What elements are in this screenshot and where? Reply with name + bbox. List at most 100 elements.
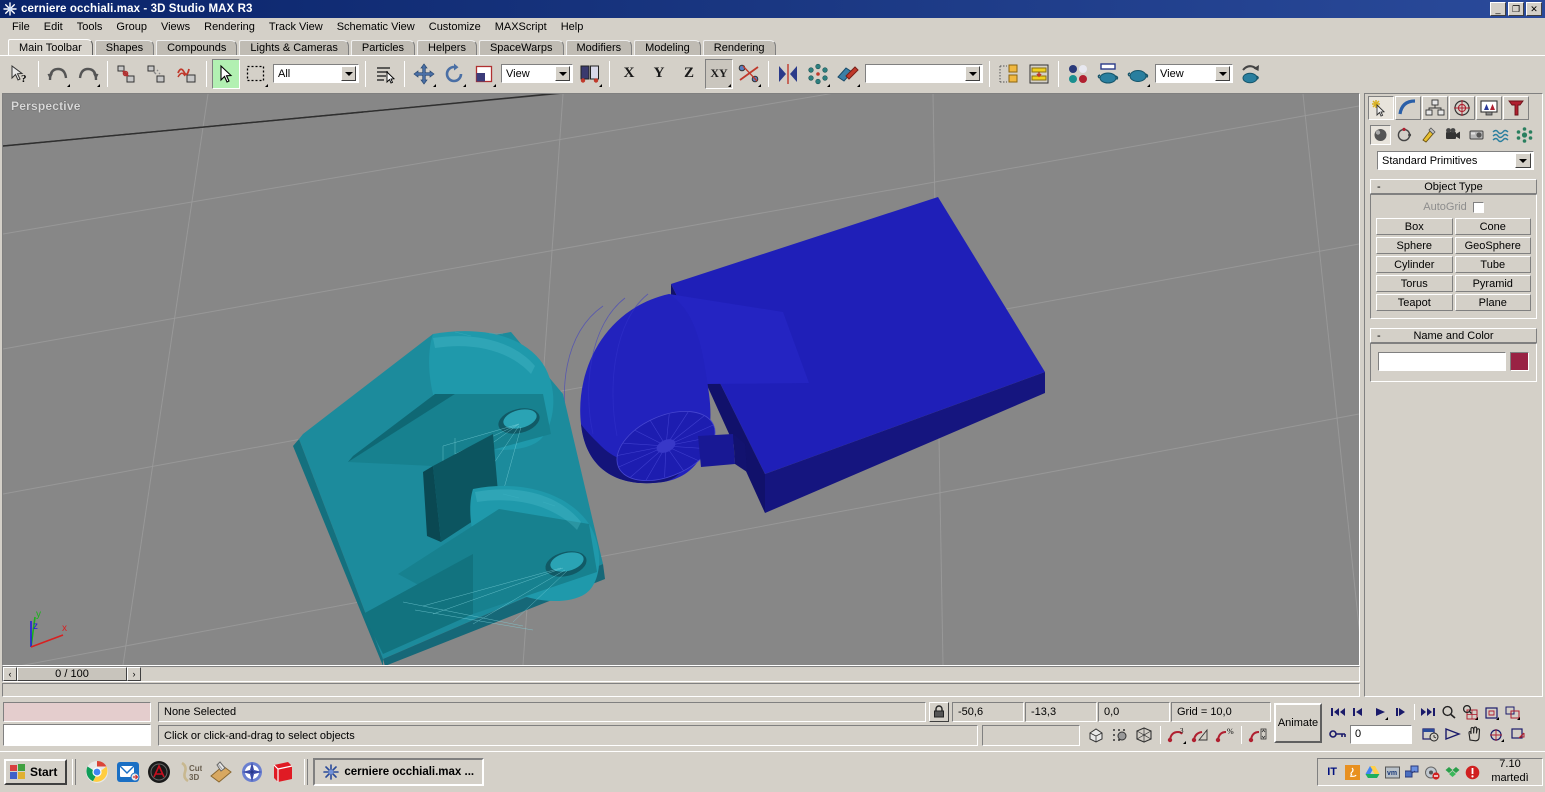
menu-edit[interactable]: Edit — [37, 19, 70, 35]
axis-constraint-x[interactable]: X — [615, 58, 643, 89]
geometry-subtab[interactable] — [1370, 125, 1391, 145]
select-and-scale-icon[interactable] — [470, 58, 498, 89]
utilities-tab[interactable] — [1503, 96, 1529, 120]
taskbar-grip[interactable] — [72, 759, 77, 785]
object-category-combo[interactable]: Standard Primitives — [1377, 151, 1534, 170]
tab-compounds[interactable]: Compounds — [156, 40, 238, 55]
current-frame-input[interactable]: 0 — [1350, 724, 1412, 744]
mirror-icon[interactable] — [774, 58, 802, 89]
tab-modifiers[interactable]: Modifiers — [565, 40, 633, 55]
lights-subtab[interactable] — [1418, 125, 1439, 145]
use-pivot-point-center-icon[interactable] — [576, 58, 604, 89]
tube-button[interactable]: Tube — [1454, 256, 1531, 273]
render-scene-icon[interactable] — [1064, 58, 1092, 89]
key-mode-toggle-button[interactable] — [1328, 724, 1348, 744]
time-slider-bar[interactable]: ‹ 0 / 100 › — [2, 666, 1360, 682]
tab-spacewarps[interactable]: SpaceWarps — [478, 40, 564, 55]
box-button[interactable]: Box — [1376, 218, 1453, 235]
maximize-button[interactable]: ❐ — [1508, 2, 1524, 16]
quick-render-icon[interactable] — [1094, 58, 1122, 89]
cameras-subtab[interactable] — [1442, 125, 1463, 145]
zoom-button[interactable] — [1439, 702, 1459, 722]
motion-tab[interactable] — [1449, 96, 1475, 120]
compass-icon[interactable] — [239, 759, 265, 785]
angle-snap-toggle-icon[interactable] — [1190, 724, 1212, 746]
geosphere-button[interactable]: GeoSphere — [1454, 237, 1531, 254]
chevron-down-icon[interactable] — [1215, 66, 1230, 81]
cylinder-button[interactable]: Cylinder — [1376, 256, 1453, 273]
material-editor-icon[interactable] — [1025, 58, 1053, 89]
rollout-collapse-icon[interactable]: - — [1377, 330, 1381, 342]
menu-views[interactable]: Views — [154, 19, 197, 35]
menu-track-view[interactable]: Track View — [262, 19, 330, 35]
named-selection-sets-combo[interactable] — [865, 64, 983, 83]
bind-to-space-warp-icon[interactable] — [173, 58, 201, 89]
object-color-field[interactable] — [3, 724, 151, 746]
rollout-collapse-icon[interactable]: - — [1377, 181, 1381, 193]
spinner-snap-toggle-icon[interactable] — [1247, 724, 1269, 746]
select-object-icon[interactable] — [212, 58, 240, 89]
z-coordinate-field[interactable]: 0,0 — [1098, 702, 1170, 722]
language-indicator[interactable]: IT — [1324, 766, 1340, 778]
menu-file[interactable]: File — [5, 19, 37, 35]
sketchup-icon[interactable] — [270, 759, 296, 785]
selection-filter-combo[interactable]: All — [273, 64, 359, 83]
name-and-color-rollout-header[interactable]: - Name and Color — [1370, 328, 1537, 343]
arc-rotate-button[interactable] — [1486, 724, 1506, 744]
track-bar[interactable] — [2, 683, 1360, 697]
chevron-down-icon[interactable] — [1515, 153, 1531, 168]
y-coordinate-field[interactable]: -13,3 — [1025, 702, 1097, 722]
perspective-viewport[interactable]: Perspective y z x — [2, 93, 1360, 666]
display-tab[interactable] — [1476, 96, 1502, 120]
lock-selection-icon[interactable] — [929, 702, 949, 722]
vcarve-icon[interactable] — [208, 759, 234, 785]
time-slider-next-button[interactable]: › — [127, 667, 141, 681]
object-type-rollout-header[interactable]: - Object Type — [1370, 179, 1537, 194]
torus-button[interactable]: Torus — [1376, 275, 1453, 292]
axis-constraint-y[interactable]: Y — [645, 58, 673, 89]
axis-constraint-z[interactable]: Z — [675, 58, 703, 89]
menu-rendering[interactable]: Rendering — [197, 19, 262, 35]
cone-button[interactable]: Cone — [1454, 218, 1531, 235]
go-to-end-button[interactable] — [1418, 702, 1438, 722]
google-drive-icon[interactable] — [1364, 764, 1380, 780]
reference-coordinate-system-combo[interactable]: View — [501, 64, 573, 83]
zoom-extents-all-button[interactable] — [1502, 702, 1522, 722]
menu-customize[interactable]: Customize — [422, 19, 488, 35]
menu-help[interactable]: Help — [554, 19, 591, 35]
menu-schematic-view[interactable]: Schematic View — [330, 19, 422, 35]
taskbar-grip-2[interactable] — [304, 759, 309, 785]
play-animation-button[interactable] — [1370, 702, 1390, 722]
redo-icon[interactable] — [74, 58, 102, 89]
taskbar-clock[interactable]: 7.10 martedì — [1484, 758, 1536, 786]
tab-helpers[interactable]: Helpers — [417, 40, 477, 55]
time-slider-track[interactable] — [141, 667, 1359, 681]
time-slider-prev-button[interactable]: ‹ — [3, 667, 17, 681]
select-object-help-icon[interactable]: ? — [5, 58, 33, 89]
axis-constraint-xy[interactable]: XY — [705, 58, 733, 89]
render-type-icon[interactable] — [1124, 58, 1152, 89]
render-last-icon[interactable] — [1236, 58, 1264, 89]
menu-maxscript[interactable]: MAXScript — [488, 19, 554, 35]
grid-snap-icon[interactable] — [1109, 724, 1131, 746]
field-of-view-button[interactable] — [1442, 724, 1462, 744]
minimize-button[interactable]: _ — [1490, 2, 1506, 16]
tab-modeling[interactable]: Modeling — [634, 40, 701, 55]
pan-button[interactable] — [1464, 724, 1484, 744]
array-icon[interactable] — [804, 58, 832, 89]
select-by-name-icon[interactable] — [371, 58, 399, 89]
object-color-swatch[interactable] — [1510, 352, 1529, 371]
teapot-button[interactable]: Teapot — [1376, 294, 1453, 311]
spacing-tool-icon[interactable] — [995, 58, 1023, 89]
time-configuration-button[interactable] — [1420, 724, 1440, 744]
angle-snap-box-icon[interactable] — [1133, 724, 1155, 746]
snapshot-icon[interactable] — [834, 58, 862, 89]
tab-shapes[interactable]: Shapes — [94, 40, 155, 55]
previous-frame-button[interactable] — [1349, 702, 1369, 722]
go-to-start-button[interactable] — [1328, 702, 1348, 722]
vm-icon[interactable]: vm — [1384, 764, 1400, 780]
min-max-toggle-button[interactable] — [1508, 724, 1528, 744]
close-button[interactable]: ✕ — [1526, 2, 1542, 16]
percent-snap-toggle-icon[interactable]: % — [1214, 724, 1236, 746]
chevron-down-icon[interactable] — [555, 66, 570, 81]
